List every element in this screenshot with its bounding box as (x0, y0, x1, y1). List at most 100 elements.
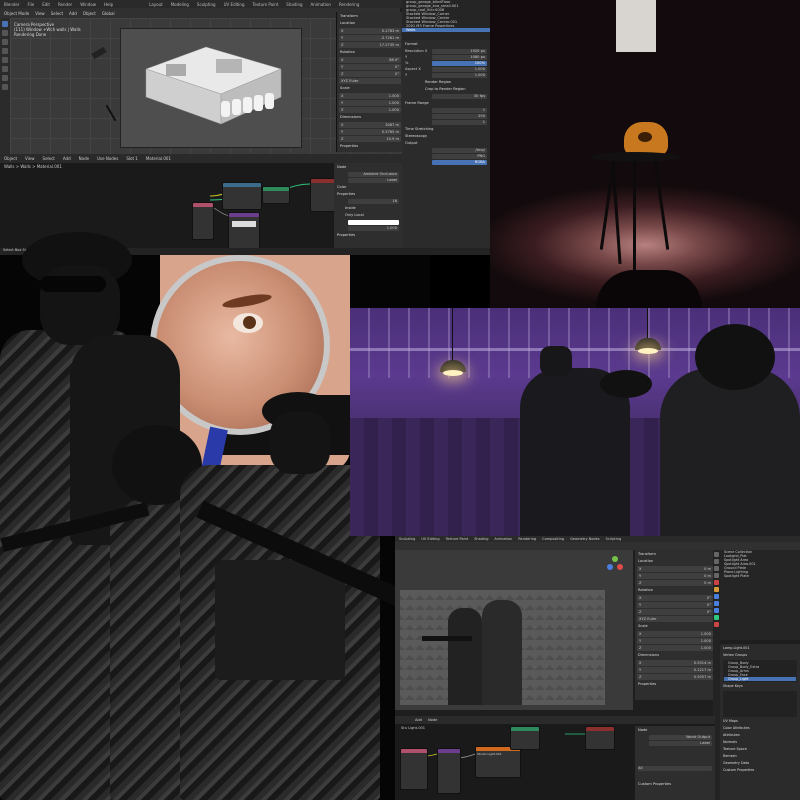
gizmo-x-icon[interactable] (617, 564, 623, 570)
constraints-tab-icon[interactable] (714, 608, 719, 613)
time-stretching-section[interactable]: Time Stretching (405, 127, 487, 132)
tab-compositing[interactable]: Compositing (542, 537, 564, 541)
dimensions-z-field[interactable]: Z 10.9 m (339, 136, 401, 142)
rotation-x-field[interactable]: X 0° (637, 595, 713, 601)
scale-y-field[interactable]: Y 1.000 (339, 100, 401, 106)
location-x-field[interactable]: X0 m (637, 566, 713, 572)
tab-uv-editing[interactable]: UV Editing (421, 537, 439, 541)
shader-editor-bottom[interactable]: Add Node Stu Light.001 Studio Light.001 … (395, 716, 715, 800)
properties-section[interactable]: Properties (638, 682, 712, 687)
node-emission[interactable] (510, 726, 540, 750)
location-z-field[interactable]: Z 17.2735 m (339, 42, 401, 48)
modifier-tab-icon[interactable] (714, 594, 719, 599)
add-menu[interactable]: Add (69, 11, 77, 16)
tab-uv-editing[interactable]: UV Editing (224, 2, 245, 7)
aspect-x-field[interactable]: Aspect X 1.000 (405, 67, 487, 72)
measure-tool-icon[interactable] (2, 84, 8, 90)
remesh-section[interactable]: Remesh (723, 754, 797, 759)
data-tab-icon[interactable] (714, 615, 719, 620)
rotate-tool-icon[interactable] (2, 48, 8, 54)
resolution-y-field[interactable]: Y 1080 px (405, 55, 487, 60)
scale-z-field[interactable]: Z 1.000 (637, 645, 713, 651)
object-menu[interactable]: Object (83, 11, 96, 16)
node-panel-title[interactable]: Node (638, 728, 712, 733)
dimensions-x-field[interactable]: X 3087 m (339, 122, 401, 128)
material-tab-icon[interactable] (714, 622, 719, 627)
scale-y-field[interactable]: Y 1.000 (637, 638, 713, 644)
node-shader[interactable] (262, 186, 290, 204)
cursor-tool-icon[interactable] (2, 30, 8, 36)
rotation-y-field[interactable]: Y 0° (339, 64, 401, 70)
tab-animation[interactable]: Animation (311, 2, 331, 7)
light-object-icon[interactable] (105, 104, 117, 122)
world-tab-icon[interactable] (714, 580, 719, 585)
menu-edit[interactable]: Edit (42, 2, 50, 7)
scale-z-field[interactable]: Z 1.000 (339, 107, 401, 113)
rotation-x-field[interactable]: X 88.9° (339, 57, 401, 63)
tab-sculpting[interactable]: Sculpting (399, 537, 415, 541)
samples-field[interactable]: 16 (348, 199, 399, 204)
texture-space-section[interactable]: Texture Space (723, 747, 797, 752)
node-color-section[interactable]: Color (337, 185, 399, 190)
mode-select[interactable]: Object Mode (4, 11, 29, 16)
rotation-y-field[interactable]: Y 0° (637, 602, 713, 608)
camera-object-icon[interactable] (91, 46, 107, 60)
node-name-field[interactable]: Ambient Occlusion (348, 172, 399, 177)
dimensions-z-field[interactable]: Z 0.5057 m (637, 674, 713, 680)
rotation-z-field[interactable]: Z 0° (339, 71, 401, 77)
scene-tab-icon[interactable] (714, 573, 719, 578)
node-label-field[interactable]: Label (348, 178, 399, 183)
node-texture[interactable] (228, 212, 260, 252)
node-ambient-occlusion[interactable] (222, 182, 262, 210)
menu-window[interactable]: Window (80, 2, 96, 7)
resolution-percent-field[interactable]: % 100% (405, 61, 487, 66)
vertex-groups-section[interactable]: Vertex Groups (723, 653, 797, 658)
properties-section[interactable]: Properties (340, 144, 400, 149)
tool-tab-icon[interactable] (714, 552, 719, 557)
node-name-field[interactable]: World Output (649, 735, 712, 740)
aspect-y-field[interactable]: Y 1.000 (405, 73, 487, 78)
color-swatch[interactable] (348, 220, 399, 225)
render-tab-icon[interactable] (714, 559, 719, 564)
vertex-group-row-selected[interactable]: Group_Light (724, 677, 796, 681)
stereoscopy-section[interactable]: Stereoscopy (405, 134, 487, 139)
select-tool-icon[interactable] (2, 21, 8, 27)
node-texture-coordinate[interactable] (400, 748, 428, 790)
custom-properties-section[interactable]: Custom Properties (638, 782, 712, 787)
rotation-mode-select[interactable]: XYZ Euler (637, 616, 713, 622)
dimensions-x-field[interactable]: X 0.5514 m (637, 660, 713, 666)
file-format-select[interactable]: PNG (432, 154, 487, 159)
only-local-checkbox[interactable]: Only Local (337, 213, 399, 218)
transform-header[interactable]: Transform (340, 14, 400, 19)
color-attributes-section[interactable]: Color Attributes (723, 726, 797, 731)
transform-tool-icon[interactable] (2, 66, 8, 72)
render-region-checkbox[interactable]: Render Region (405, 80, 487, 85)
node-studio-light[interactable]: Studio Light.001 (475, 746, 521, 778)
menu-file[interactable]: File (28, 2, 35, 7)
tab-shading[interactable]: Shading (474, 537, 488, 541)
frame-rate-select[interactable]: 30 fps (432, 94, 487, 99)
move-tool-icon[interactable] (2, 39, 8, 45)
tab-sculpting[interactable]: Sculpting (197, 2, 216, 7)
normals-section[interactable]: Normals (723, 740, 797, 745)
outliner-row-selected[interactable]: Walls (402, 28, 490, 32)
gizmo-y-icon[interactable] (612, 556, 618, 562)
scale-x-field[interactable]: X 1.000 (637, 631, 713, 637)
menu-help[interactable]: Help (104, 2, 113, 7)
transform-header[interactable]: Transform (638, 552, 712, 557)
menu-blender[interactable]: Blender (4, 2, 20, 7)
tab-geometry-nodes[interactable]: Geometry Nodes (570, 537, 600, 541)
node-color[interactable] (192, 202, 214, 240)
tab-texture-paint[interactable]: Texture Paint (252, 2, 278, 7)
crop-checkbox[interactable]: Crop to Render Region (405, 87, 487, 92)
custom-properties-section[interactable]: Custom Properties (723, 768, 797, 773)
navigation-gizmo[interactable] (605, 556, 625, 576)
output-path-field[interactable]: /tmp/ (432, 148, 487, 153)
rotation-z-field[interactable]: Z 0° (637, 609, 713, 615)
rotation-mode-select[interactable]: XYZ Euler (339, 78, 401, 84)
gizmo-z-icon[interactable] (607, 564, 613, 570)
attributes-section[interactable]: Attributes (723, 733, 797, 738)
node-panel-title[interactable]: Node (337, 165, 399, 170)
shape-keys-list[interactable] (723, 691, 797, 717)
tab-layout[interactable]: Layout (149, 2, 163, 7)
